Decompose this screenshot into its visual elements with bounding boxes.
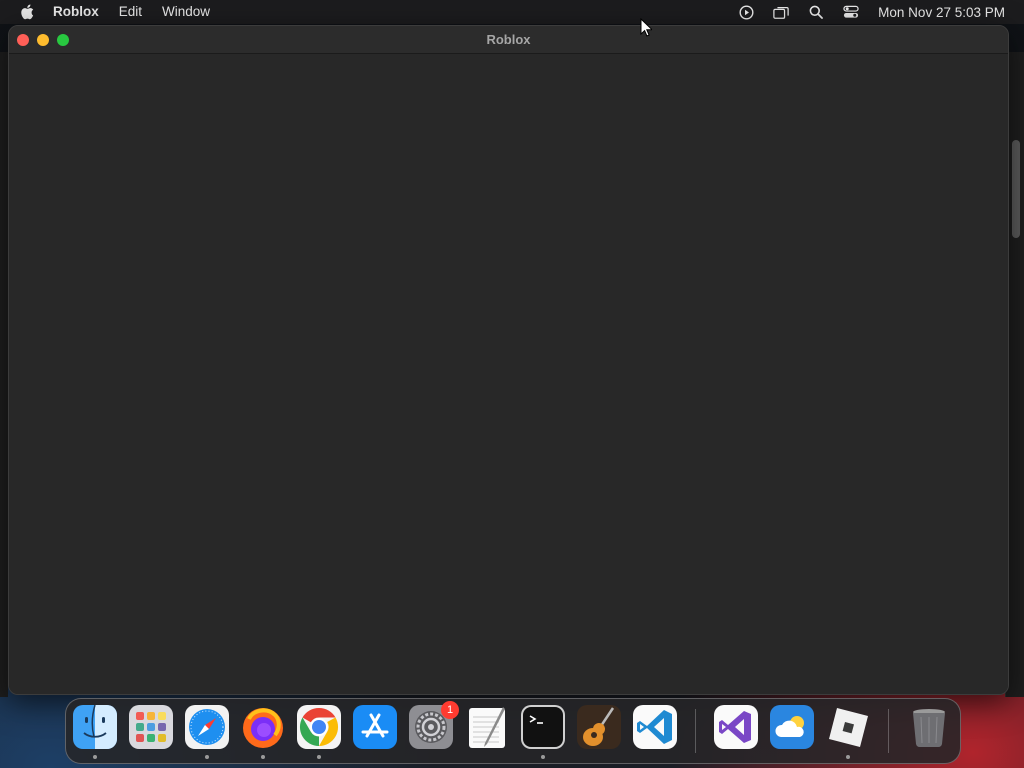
chrome-icon (297, 705, 341, 749)
menu-bar-clock[interactable]: Mon Nov 27 5:03 PM (878, 5, 1005, 20)
trash-icon (913, 709, 945, 748)
dock-app-garageband[interactable] (577, 705, 621, 749)
dock-app-trash[interactable] (907, 705, 951, 749)
menu-bar-extras: Mon Nov 27 5:03 PM (738, 0, 1024, 24)
window-content-area[interactable] (9, 54, 1008, 694)
textedit-icon (469, 707, 505, 748)
dock-app-visual-studio[interactable] (714, 705, 758, 749)
menu-edit[interactable]: Edit (119, 0, 142, 24)
dock: 1 (65, 698, 961, 764)
notification-badge: 1 (441, 701, 459, 719)
screen-recording-icon[interactable] (738, 4, 754, 20)
safari-icon (185, 705, 229, 749)
dock-app-textedit[interactable] (465, 705, 509, 749)
running-indicator (93, 755, 97, 759)
control-center-icon[interactable] (843, 4, 859, 20)
finder-icon (73, 705, 117, 749)
dock-app-app-store[interactable] (353, 705, 397, 749)
dock-app-terminal[interactable] (521, 705, 565, 749)
running-indicator (317, 755, 321, 759)
dock-app-safari[interactable] (185, 705, 229, 749)
firefox-icon (243, 708, 283, 748)
running-indicator (541, 755, 545, 759)
running-indicator (205, 755, 209, 759)
dock-app-vscode[interactable] (633, 705, 677, 749)
dock-app-weather[interactable] (770, 705, 814, 749)
terminal-icon (521, 705, 565, 749)
background-window-edge (0, 52, 8, 697)
menu-window[interactable]: Window (162, 0, 210, 24)
dock-app-roblox[interactable] (826, 705, 870, 749)
vscode-icon (633, 705, 677, 749)
menu-bar: Roblox Edit Window Mon Nov 27 5:03 PM (0, 0, 1024, 24)
dock-app-launchpad[interactable] (129, 705, 173, 749)
spotlight-search-icon[interactable] (808, 4, 824, 20)
running-indicator (846, 755, 850, 759)
apple-menu-icon[interactable] (20, 4, 34, 20)
dock-separator (695, 709, 696, 753)
visual-studio-icon (714, 705, 758, 749)
menu-app-roblox[interactable]: Roblox (53, 0, 99, 24)
window-title: Roblox (486, 32, 531, 47)
dock-separator (888, 709, 889, 753)
garageband-icon (577, 705, 621, 749)
dock-app-firefox[interactable] (241, 705, 285, 749)
mouse-cursor-icon (640, 18, 652, 37)
app-store-icon (353, 705, 397, 749)
dock-app-chrome[interactable] (297, 705, 341, 749)
dock-app-system-settings[interactable]: 1 (409, 701, 459, 749)
launchpad-icon (129, 705, 173, 749)
weather-icon (770, 705, 814, 749)
running-indicator (261, 755, 265, 759)
dock-app-finder[interactable] (73, 705, 117, 749)
roblox-window: Roblox (8, 25, 1009, 695)
scrollbar-thumb[interactable] (1012, 140, 1020, 238)
screen-mirroring-icon[interactable] (773, 4, 789, 20)
roblox-icon (829, 708, 868, 747)
window-title-bar[interactable]: Roblox (9, 26, 1008, 54)
